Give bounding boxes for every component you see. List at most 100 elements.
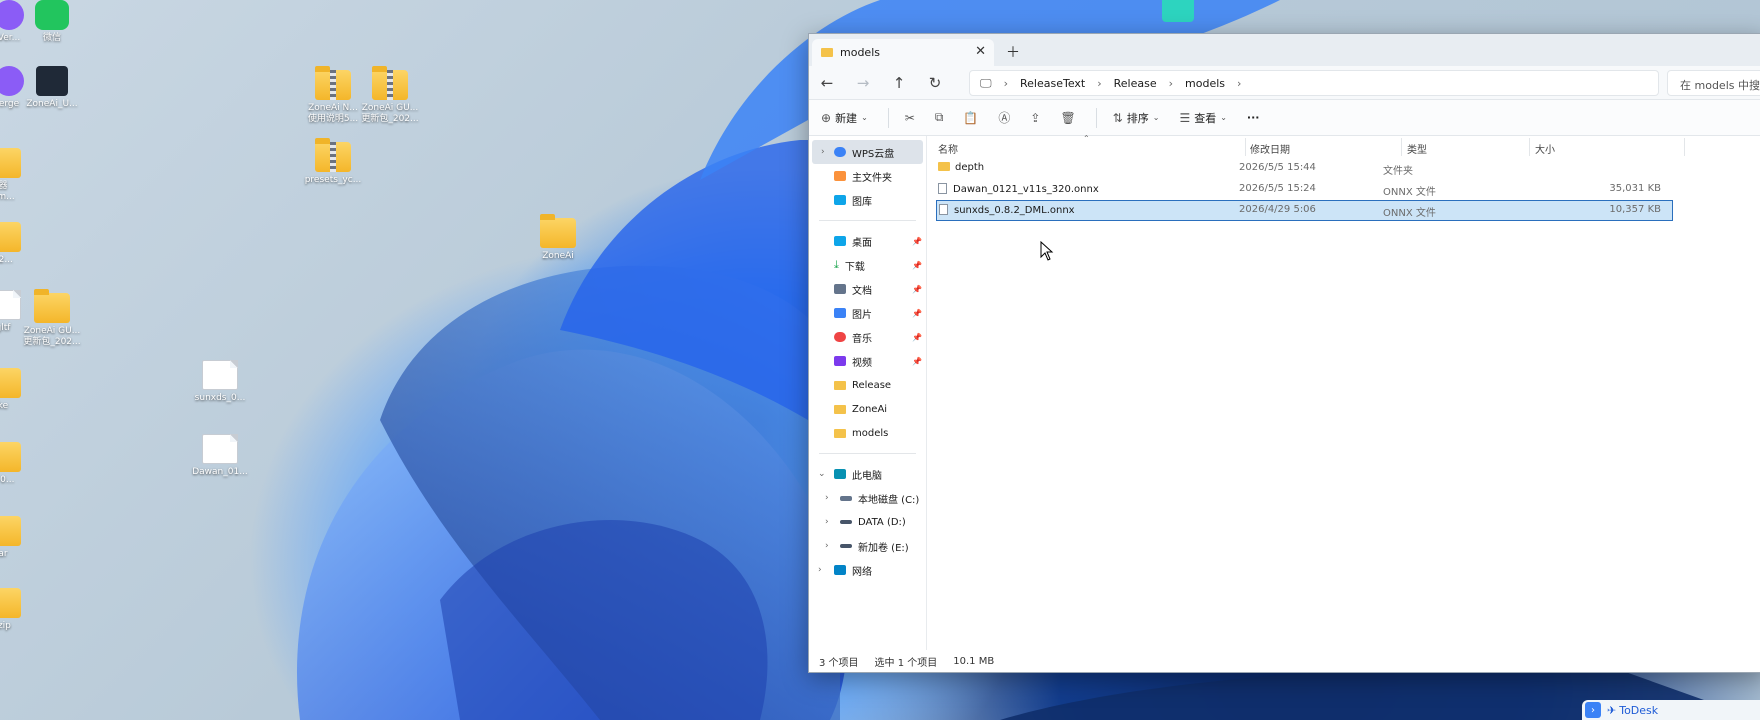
chevron-right-icon[interactable]: › bbox=[825, 517, 829, 527]
divider[interactable] bbox=[1529, 138, 1530, 156]
divider[interactable] bbox=[1401, 138, 1402, 156]
desktop-folder[interactable]: ZoneAi bbox=[523, 214, 593, 262]
chevron-right-icon[interactable]: › bbox=[825, 493, 829, 503]
nav-item-drive-e[interactable]: › 新加卷 (E:) bbox=[809, 534, 926, 558]
desktop-folder[interactable]: ZoneAi GU... 更新包_202... bbox=[17, 289, 87, 348]
nav-item-pictures[interactable]: 图片 📌 bbox=[809, 301, 926, 325]
home-icon bbox=[834, 171, 846, 181]
close-tab-icon[interactable]: ✕ bbox=[975, 44, 986, 59]
rename-icon: Ⓐ bbox=[998, 111, 1011, 125]
document-icon bbox=[834, 284, 846, 294]
column-type[interactable]: 类型 bbox=[1407, 141, 1427, 156]
trash-icon: 🗑 bbox=[1060, 110, 1076, 125]
delete-button[interactable]: 🗑 bbox=[1060, 111, 1075, 125]
column-header: 名称 ⌃ 修改日期 类型 大小 bbox=[927, 134, 1760, 158]
chevron-right-icon[interactable]: › bbox=[1237, 77, 1241, 90]
divider[interactable] bbox=[1684, 138, 1685, 156]
drive-icon bbox=[840, 520, 852, 524]
nav-item-release[interactable]: Release bbox=[809, 373, 926, 397]
chevron-right-icon[interactable]: › bbox=[1004, 77, 1008, 90]
desktop-folder[interactable]: e2... bbox=[0, 222, 38, 266]
paste-button[interactable]: 📋 bbox=[963, 111, 978, 125]
expand-icon[interactable]: › bbox=[1585, 702, 1601, 718]
desktop-file[interactable]: sunxds_0... bbox=[185, 360, 255, 404]
back-button[interactable]: ← bbox=[809, 74, 845, 92]
breadcrumb[interactable]: 🖵 › ReleaseText › Release › models › bbox=[969, 70, 1659, 96]
more-options-button[interactable]: ··· bbox=[1247, 111, 1260, 124]
new-button[interactable]: ⊕ 新建 ⌄ bbox=[821, 110, 868, 126]
share-icon: ⇪ bbox=[1030, 110, 1041, 125]
chevron-right-icon[interactable]: › bbox=[818, 565, 822, 575]
breadcrumb-item[interactable]: ReleaseText bbox=[1020, 77, 1085, 90]
navigation-pane: › WPS云盘 主文件夹 图库 桌面 📌 ⤓ 下载 📌 文档 📌 图片 📌 音乐… bbox=[809, 136, 927, 650]
folder-icon bbox=[834, 404, 846, 414]
drive-icon bbox=[840, 495, 852, 501]
file-list: 名称 ⌃ 修改日期 类型 大小 depth 2026/5/5 15:44 文件夹… bbox=[927, 134, 1760, 650]
chevron-right-icon[interactable]: › bbox=[1097, 77, 1101, 90]
view-icon: ☰ bbox=[1179, 110, 1191, 125]
refresh-button[interactable]: ↻ bbox=[917, 74, 953, 92]
chevron-down-icon: ⌄ bbox=[861, 113, 868, 122]
chevron-down-icon: ⌄ bbox=[1220, 113, 1227, 122]
desktop-folder[interactable]: 器 rim... bbox=[0, 148, 38, 203]
column-date[interactable]: 修改日期 bbox=[1250, 141, 1290, 156]
pin-icon: 📌 bbox=[912, 236, 922, 246]
divider[interactable] bbox=[1245, 138, 1246, 156]
desktop-folder[interactable]: g 0... bbox=[0, 442, 38, 486]
desktop-folder[interactable]: ar bbox=[0, 516, 38, 560]
nav-item-videos[interactable]: 视频 📌 bbox=[809, 349, 926, 373]
rename-button[interactable]: Ⓐ bbox=[998, 109, 1010, 126]
tab-models[interactable]: models ✕ bbox=[812, 39, 994, 66]
desktop-folder[interactable]: ke bbox=[0, 368, 38, 412]
nav-item-this-pc[interactable]: ⌄ 此电脑 bbox=[809, 462, 926, 486]
file-row-dawan-onnx[interactable]: Dawan_0121_v11s_320.onnx 2026/5/5 15:24 … bbox=[936, 179, 1673, 200]
cut-button[interactable]: ✂ bbox=[905, 111, 915, 125]
chevron-down-icon[interactable]: ⌄ bbox=[818, 469, 826, 479]
desktop-app-icon[interactable] bbox=[1162, 0, 1194, 22]
file-row-sunxds-onnx[interactable]: sunxds_0.8.2_DML.onnx 2026/4/29 5:06 ONN… bbox=[936, 200, 1673, 221]
file-icon bbox=[938, 183, 947, 194]
nav-item-wps-cloud[interactable]: › WPS云盘 bbox=[812, 140, 923, 164]
nav-item-zoneai[interactable]: ZoneAi bbox=[809, 397, 926, 421]
desktop-zip-folder[interactable]: presets_yc... bbox=[298, 138, 368, 186]
nav-item-documents[interactable]: 文档 📌 bbox=[809, 277, 926, 301]
pin-icon: 📌 bbox=[912, 356, 922, 366]
sort-button[interactable]: ⇅ 排序 ⌄ bbox=[1113, 110, 1160, 126]
column-size[interactable]: 大小 bbox=[1535, 141, 1555, 156]
nav-item-gallery[interactable]: 图库 bbox=[809, 188, 926, 212]
python-app-icon[interactable]: ZoneAi_U... bbox=[17, 66, 87, 110]
wechat-icon[interactable]: 微信 bbox=[17, 0, 87, 44]
scissors-icon: ✂ bbox=[904, 110, 915, 125]
nav-item-network[interactable]: › 网络 bbox=[809, 558, 926, 582]
desktop-folder[interactable]: .zip bbox=[0, 588, 38, 632]
column-name[interactable]: 名称 bbox=[938, 141, 958, 156]
share-button[interactable]: ⇪ bbox=[1030, 111, 1040, 125]
nav-item-music[interactable]: 音乐 📌 bbox=[809, 325, 926, 349]
chevron-right-icon[interactable]: › bbox=[825, 541, 829, 551]
new-tab-button[interactable]: ＋ bbox=[1006, 42, 1020, 62]
desktop-zip-folder[interactable]: ZoneAi GU... 更新包_202... bbox=[355, 66, 425, 125]
computer-icon bbox=[834, 469, 846, 479]
search-input[interactable]: 在 models 中搜索 bbox=[1667, 70, 1760, 96]
copy-button[interactable]: ⧉ bbox=[935, 110, 944, 125]
view-button[interactable]: ☰ 查看 ⌄ bbox=[1179, 110, 1226, 126]
todesk-logo-icon: ✈ bbox=[1607, 703, 1617, 717]
file-row-depth[interactable]: depth 2026/5/5 15:44 文件夹 bbox=[936, 158, 1673, 179]
chevron-right-icon[interactable]: › bbox=[1169, 77, 1173, 90]
video-icon bbox=[834, 356, 846, 366]
plus-circle-icon: ⊕ bbox=[821, 110, 832, 125]
nav-item-downloads[interactable]: ⤓ 下载 📌 bbox=[809, 253, 926, 277]
up-button[interactable]: ↑ bbox=[881, 74, 917, 92]
pin-icon: 📌 bbox=[912, 260, 922, 270]
desktop-file[interactable]: Dawan_01... bbox=[185, 434, 255, 478]
nav-item-home[interactable]: 主文件夹 bbox=[809, 164, 926, 188]
todesk-widget[interactable]: › ✈ ToDesk bbox=[1582, 700, 1760, 720]
nav-item-desktop[interactable]: 桌面 📌 bbox=[809, 229, 926, 253]
nav-item-models[interactable]: models bbox=[809, 421, 926, 445]
forward-button[interactable]: → bbox=[845, 74, 881, 92]
chevron-right-icon[interactable]: › bbox=[821, 147, 825, 157]
breadcrumb-item[interactable]: models bbox=[1185, 77, 1225, 90]
breadcrumb-item[interactable]: Release bbox=[1114, 77, 1157, 90]
nav-item-drive-d[interactable]: › DATA (D:) bbox=[809, 510, 926, 534]
nav-item-drive-c[interactable]: › 本地磁盘 (C:) bbox=[809, 486, 926, 510]
